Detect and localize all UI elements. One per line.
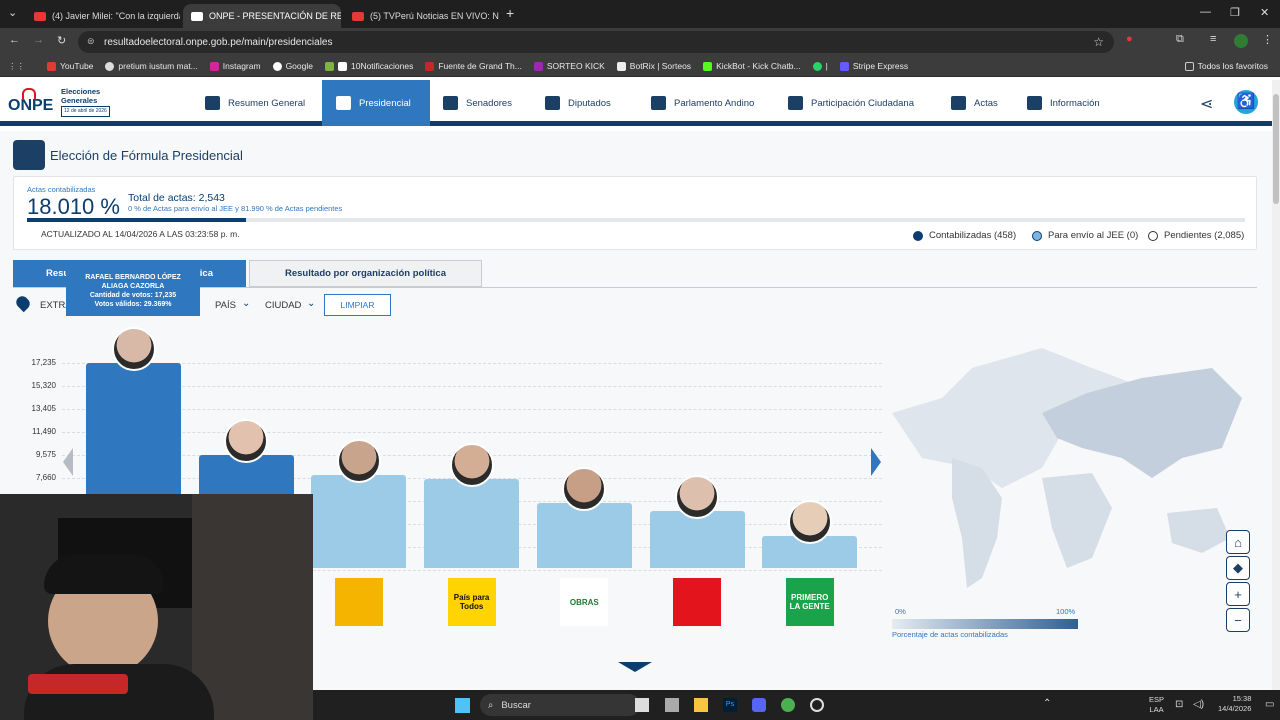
legend-jee: Para envío al JEE (0) [1032,225,1138,246]
map-region-africa[interactable] [1042,473,1112,568]
candidate-tooltip: RAFAEL BERNARDO LÓPEZ ALIAGA CAZORLA Can… [66,268,200,316]
info-icon [1027,96,1042,110]
chrome-icon[interactable] [781,698,795,712]
gridline [62,432,882,433]
candidate-photo[interactable] [336,439,381,484]
y-tick-label: 15,320 [31,381,56,390]
photoshop-icon[interactable]: Ps [723,698,737,712]
world-map[interactable] [882,338,1254,598]
map-scale-min: 0% [895,607,906,616]
gridline [62,386,882,387]
discord-icon[interactable] [752,698,766,712]
candidate-photo[interactable] [111,327,156,371]
task-view-icon[interactable] [635,698,649,712]
party-logo[interactable]: OBRAS [560,578,609,626]
windows-taskbar: ⌕ Buscar Ps ⌃ ESP LAA ⊡ ◁) 15:38 14/4/2026 … [313,690,1280,720]
microphone-icon [28,674,128,694]
party-logo[interactable]: País para Todos [447,578,496,626]
gridline [62,409,882,410]
tray-chevron-icon[interactable]: ⌃ [1043,698,1051,709]
map-locate-icon[interactable]: ◆ [1226,556,1250,580]
dot-icon [1032,230,1042,241]
accessibility-icon[interactable]: ♿ [1234,90,1258,114]
party-logo[interactable] [334,578,383,626]
scroll-down-icon[interactable] [618,662,652,672]
media-icon[interactable]: ≡ [1210,33,1216,45]
map-region-oceania[interactable] [1167,508,1230,553]
candidate-photo[interactable] [675,475,719,520]
y-tick-label: 17,235 [31,358,56,367]
taskbar-search[interactable]: ⌕ Buscar [480,694,640,716]
menu-icon[interactable]: ⋮ [1262,33,1273,46]
gridline [62,363,882,364]
candidate-photo[interactable] [787,500,832,545]
candidate-bar[interactable] [424,478,520,568]
map-scale-bar [892,619,1078,629]
restore-button[interactable]: ❐ [1230,6,1240,19]
candidate-photo[interactable] [562,466,607,511]
webcam-person-hair [44,554,164,594]
scrollbar-thumb[interactable] [1273,94,1279,204]
legend-pendientes: Pendientes (2,085) [1148,225,1244,246]
map-scale-caption: Porcentaje de actas contabilizadas [892,630,1008,639]
dot-icon [913,230,923,241]
candidate-photo[interactable] [224,419,269,463]
page-scrollbar[interactable] [1272,80,1280,690]
map-scale-max: 100% [1056,607,1076,616]
extensions-icon[interactable]: ⧉ [1176,33,1184,46]
language-indicator[interactable]: ESP LAA [1149,695,1164,715]
party-logo[interactable]: PRIMERO LA GENTE [785,578,834,626]
y-tick-label: 9,575 [35,450,56,459]
screen: ⌄ (4) Javier Milei: "Con la izquierda ✕ … [0,0,1280,720]
file-explorer-icon[interactable] [694,698,708,712]
candidate-photo[interactable] [449,442,494,487]
checklist-icon [951,96,966,110]
notifications-icon[interactable]: ▭ [1265,699,1274,710]
profile-avatar[interactable] [1234,34,1248,48]
window-close-button[interactable]: ✕ [1260,6,1269,19]
bookmark-star-icon[interactable]: ☆ [1093,35,1104,49]
carousel-prev-icon[interactable] [63,448,73,476]
candidate-bar[interactable] [649,511,745,568]
dot-icon [1148,230,1158,241]
minimize-button[interactable]: — [1200,6,1211,18]
windows-start-icon[interactable] [455,698,470,713]
nav-actas[interactable]: Actas [951,80,998,126]
party-logo[interactable] [673,578,721,626]
candidate-bar[interactable] [536,502,632,568]
nav-informacion[interactable]: Información [1027,80,1100,126]
map-zoom-in-icon[interactable]: + [1226,582,1250,606]
webcam-overlay [0,494,313,720]
y-tick-label: 13,405 [31,404,56,413]
legend-contabilizadas: Contabilizadas (458) [913,225,1016,246]
network-icon[interactable]: ⊡ [1175,699,1183,710]
search-icon: ⌕ [488,699,494,711]
carousel-next-icon[interactable] [871,448,881,476]
y-tick-label: 11,490 [32,427,56,436]
share-icon[interactable]: ⋖ [1200,94,1213,114]
all-favorites[interactable]: Todos los favoritos [1184,61,1268,71]
map-zoom-out-icon[interactable]: − [1226,608,1250,632]
webcam-wall [192,494,313,720]
volume-icon[interactable]: ◁) [1193,699,1204,710]
obs-icon[interactable] [810,698,824,712]
extension-icon[interactable]: ● [1126,33,1133,45]
taskbar-app-icon[interactable] [665,698,679,712]
candidate-bar[interactable] [311,475,407,568]
map-home-icon[interactable]: ⌂ [1226,530,1250,554]
y-tick-label: 7,660 [35,473,56,482]
clock[interactable]: 15:38 14/4/2026 [1218,694,1251,714]
